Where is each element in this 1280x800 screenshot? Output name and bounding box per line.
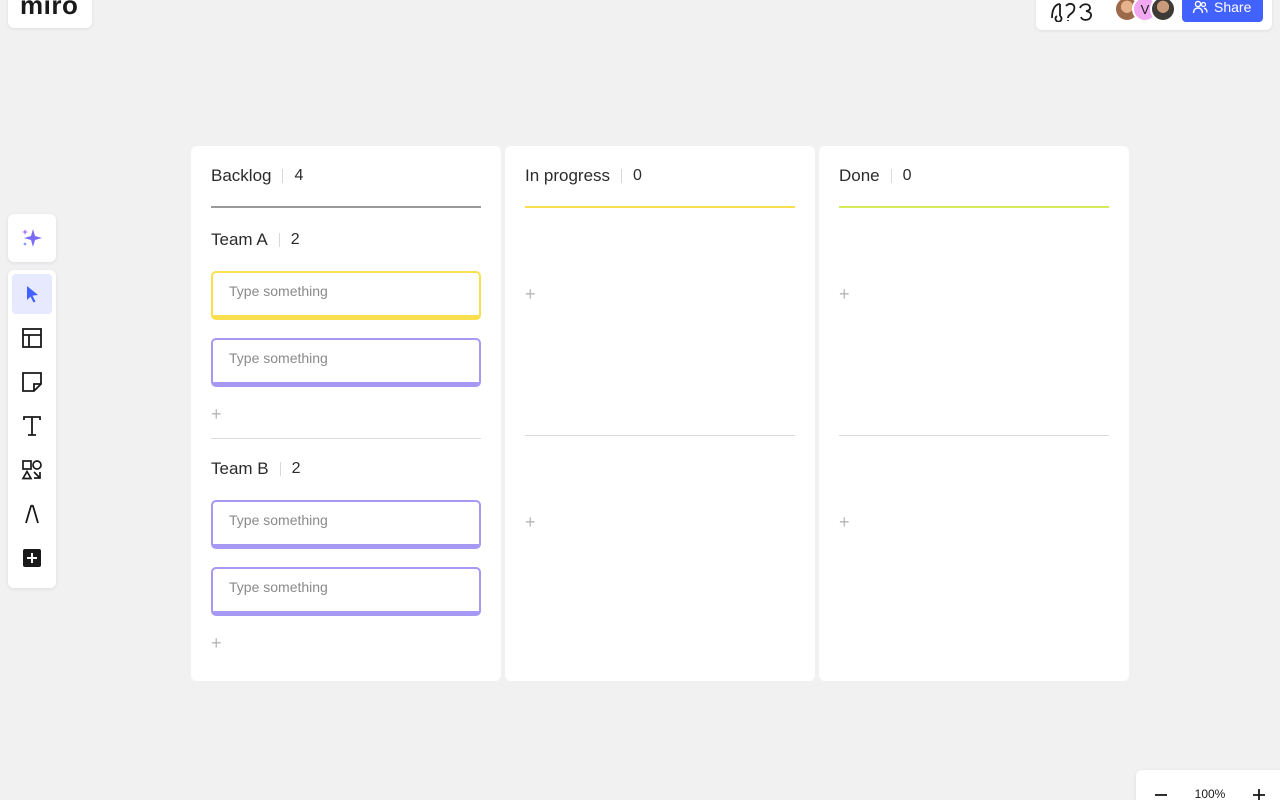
add-card-button[interactable]: +: [839, 285, 853, 303]
column-header[interactable]: Backlog 4: [211, 165, 481, 187]
sticky-note-icon: [22, 372, 42, 392]
zoom-controls: 100%: [1136, 770, 1280, 800]
zoom-level[interactable]: 100%: [1195, 787, 1226, 800]
select-tool[interactable]: [12, 274, 52, 314]
card-placeholder: Type something: [229, 512, 328, 528]
separator: [278, 233, 280, 247]
group-title: Team B: [211, 459, 269, 478]
separator: [282, 169, 284, 183]
add-card-button[interactable]: +: [211, 634, 225, 652]
separator: [621, 169, 623, 183]
column-done: Done 0 + +: [819, 146, 1129, 681]
group-divider: [839, 435, 1109, 436]
group-divider: [525, 435, 795, 436]
add-more-tool[interactable]: [12, 538, 52, 578]
group-divider: [211, 438, 481, 439]
group-header-team-b[interactable]: Team B 2: [211, 458, 481, 480]
ai-assist-button[interactable]: [8, 214, 56, 262]
share-label: Share: [1214, 0, 1252, 15]
text-icon: [23, 416, 41, 436]
column-count: 0: [633, 167, 642, 184]
card-input[interactable]: Type something: [211, 338, 481, 387]
column-in-progress: In progress 0 + +: [505, 146, 815, 681]
column-title: In progress: [525, 166, 611, 185]
shapes-icon: [21, 460, 42, 480]
card-placeholder: Type something: [229, 283, 328, 299]
avatar[interactable]: [1150, 0, 1176, 22]
column-count: 0: [902, 167, 912, 184]
column-header[interactable]: Done 0: [839, 165, 1109, 187]
shapes-tool[interactable]: [12, 450, 52, 490]
add-more-icon: [23, 549, 41, 567]
zoom-out-button[interactable]: [1150, 784, 1172, 800]
card-input[interactable]: Type something: [211, 567, 481, 616]
minus-icon: [1155, 794, 1167, 796]
plus-icon: [1252, 789, 1265, 800]
app-logo: miro: [20, 0, 79, 20]
share-button[interactable]: Share: [1182, 0, 1264, 22]
collaboration-bar: V Share: [1036, 0, 1272, 30]
sticky-note-tool[interactable]: [12, 362, 52, 402]
add-card-button[interactable]: +: [211, 405, 225, 423]
column-count: 4: [294, 167, 304, 184]
logo-box[interactable]: miro: [8, 0, 92, 28]
pen-icon: [25, 504, 39, 524]
column-header[interactable]: In progress 0: [525, 165, 795, 187]
group-count: 2: [291, 460, 301, 477]
card-placeholder: Type something: [229, 579, 328, 595]
column-title: Backlog: [211, 166, 272, 185]
templates-tool[interactable]: [12, 318, 52, 358]
pen-tool[interactable]: [12, 494, 52, 534]
column-backlog: Backlog 4 Team A 2 Type something Type s…: [191, 146, 501, 681]
group-count: 2: [290, 231, 300, 248]
card-input[interactable]: Type something: [211, 271, 481, 320]
left-toolbar: [8, 270, 56, 588]
column-title: Done: [839, 166, 880, 185]
separator: [279, 462, 281, 476]
templates-icon: [22, 328, 42, 348]
collaborator-avatars: V: [1114, 0, 1176, 22]
column-color-line: [211, 206, 481, 208]
separator: [890, 169, 892, 183]
group-title: Team A: [211, 230, 268, 249]
text-tool[interactable]: [12, 406, 52, 446]
card-input[interactable]: Type something: [211, 500, 481, 549]
add-card-button[interactable]: +: [839, 513, 853, 531]
group-header-team-a[interactable]: Team A 2: [211, 229, 481, 251]
cursor-select-icon: [27, 286, 38, 303]
reactions-icon[interactable]: [1048, 0, 1096, 22]
add-card-button[interactable]: +: [525, 513, 539, 531]
people-icon: [1192, 0, 1208, 14]
add-card-button[interactable]: +: [525, 285, 539, 303]
sparkle-ai-icon: [22, 229, 42, 247]
column-color-line: [525, 206, 795, 208]
card-placeholder: Type something: [229, 350, 328, 366]
zoom-in-button[interactable]: [1248, 784, 1270, 800]
column-color-line: [839, 206, 1109, 208]
